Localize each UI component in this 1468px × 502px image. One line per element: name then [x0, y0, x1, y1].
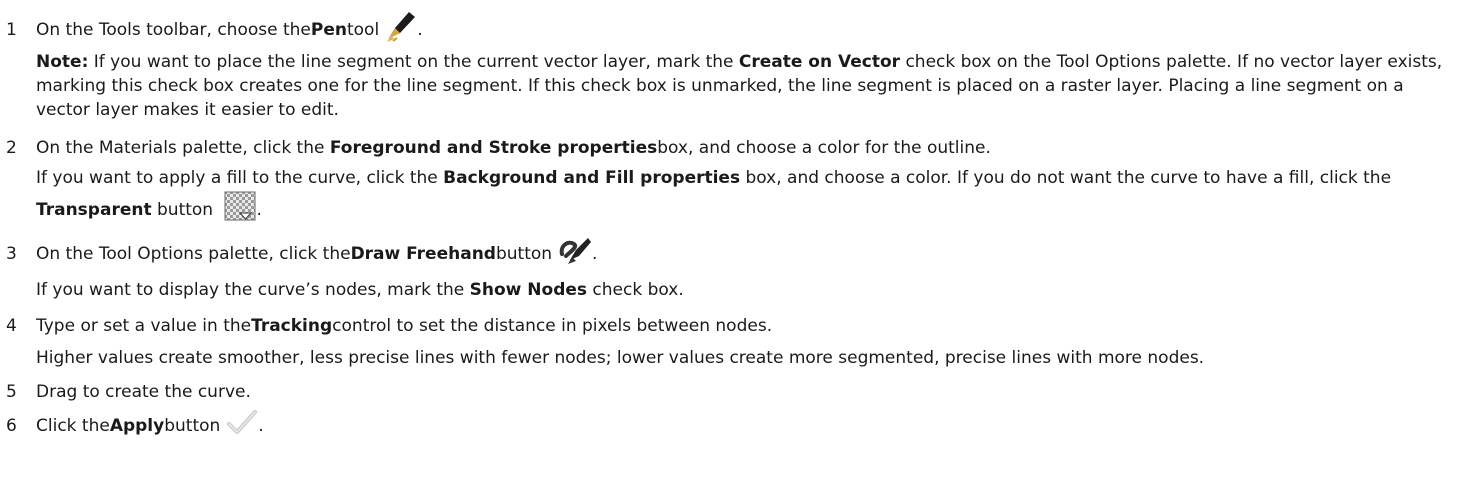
tracking-paragraph: Higher values create smoother, less prec… — [36, 348, 1205, 368]
note-paragraph: Note: If you want to place the line segm… — [36, 50, 1462, 122]
step-text: On the Materials palette, click the — [36, 138, 325, 158]
note-text: If you want to place the line segment on… — [88, 52, 739, 72]
para-end: . — [256, 200, 262, 220]
help-page: 1 On the Tools toolbar, choose the Pen t… — [0, 0, 1468, 502]
step-3: 3 On the Tool Options palette, click the… — [6, 234, 1462, 273]
apply-label: Apply — [109, 415, 165, 436]
para-text: check box. — [587, 280, 684, 300]
step-text: On the Tools toolbar, choose the — [36, 19, 311, 40]
apply-checkmark-icon — [226, 408, 258, 443]
transparent-label: Transparent — [36, 200, 152, 220]
show-nodes-label: Show Nodes — [469, 280, 588, 300]
step-text: Type or set a value in the — [36, 316, 252, 336]
step-number: 4 — [6, 316, 17, 336]
step-number: 3 — [6, 243, 17, 264]
step-end: . — [592, 243, 598, 264]
para-text: box, and choose a color. If you do not w… — [740, 168, 1392, 188]
step-5: 5 Drag to create the curve. — [6, 380, 1462, 404]
step-number: 1 — [6, 19, 17, 40]
pen-tool-label: Pen — [310, 19, 347, 40]
step-number: 6 — [6, 415, 17, 436]
step-6: 6 Click the Apply button . — [6, 408, 1462, 443]
transparent-icon — [224, 191, 256, 229]
step-text: Click the — [36, 415, 110, 436]
para-text: If you want to display the curve’s nodes… — [36, 280, 470, 300]
step-number: 5 — [6, 382, 17, 402]
step-text: button — [164, 415, 221, 436]
step-1: 1 On the Tools toolbar, choose the Pen t… — [6, 8, 1462, 51]
step-text: On the Tool Options palette, click the — [36, 243, 351, 264]
background-fill-label: Background and Fill properties — [443, 168, 741, 188]
step-2: 2 On the Materials palette, click the Fo… — [6, 136, 1462, 160]
note-label: Note: — [36, 52, 89, 72]
tracking-label: Tracking — [251, 316, 333, 336]
pen-icon — [385, 8, 417, 51]
step-text: box, and choose a color for the outline. — [657, 138, 991, 158]
step-end: . — [258, 415, 264, 436]
foreground-stroke-label: Foreground and Stroke properties — [329, 138, 658, 158]
step-end: . — [417, 19, 423, 40]
step-4: 4 Type or set a value in the Tracking co… — [6, 314, 1462, 338]
step-text: Drag to create the curve. — [36, 382, 251, 402]
step-text: button — [495, 243, 553, 264]
fill-paragraph: If you want to apply a fill to the curve… — [36, 166, 1462, 229]
para-text: If you want to apply a fill to the curve… — [36, 168, 444, 188]
step-text: tool — [346, 19, 380, 40]
step-number: 2 — [6, 138, 17, 158]
draw-freehand-label: Draw Freehand — [350, 243, 496, 264]
show-nodes-paragraph: If you want to display the curve’s nodes… — [36, 278, 1462, 302]
step-text: control to set the distance in pixels be… — [332, 316, 773, 336]
draw-freehand-icon — [558, 234, 592, 273]
para-text: button — [151, 200, 214, 220]
create-on-vector-label: Create on Vector — [738, 52, 901, 72]
